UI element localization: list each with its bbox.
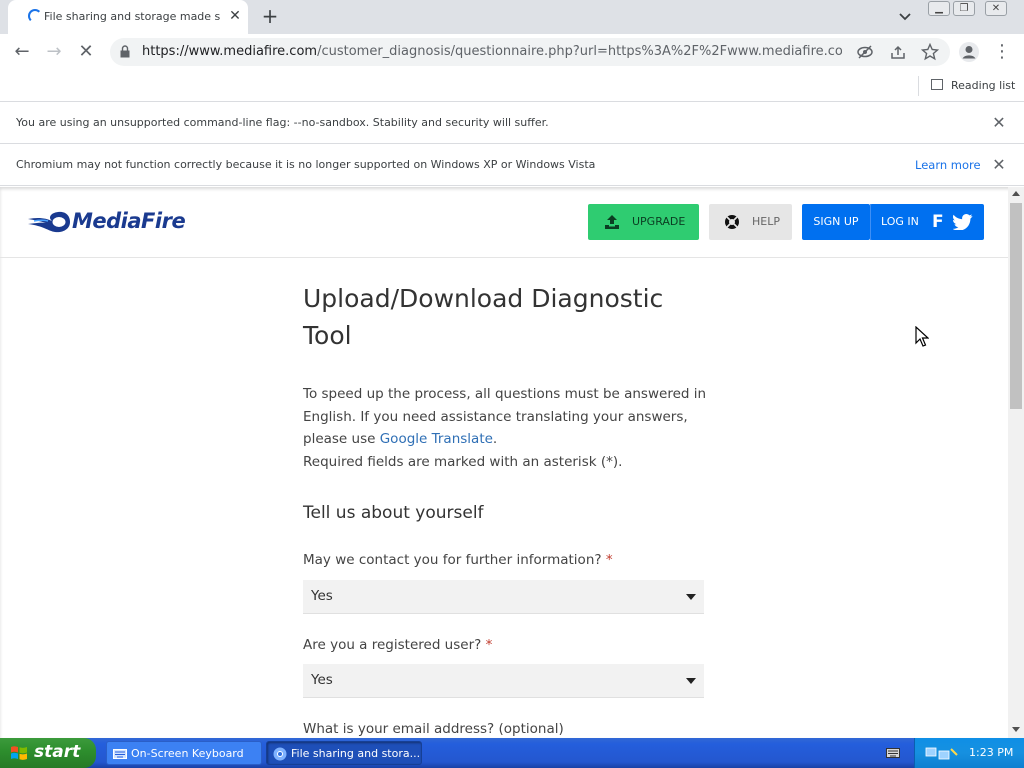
system-tray: 1:23 PM xyxy=(914,738,1024,768)
intro-period: . xyxy=(492,431,498,447)
mediafire-logo[interactable]: MediaFire xyxy=(26,207,206,237)
required-asterisk: * xyxy=(485,637,493,653)
lock-icon xyxy=(120,45,130,58)
chromium-icon xyxy=(273,747,287,761)
browser-tab[interactable]: File sharing and storage made simple ✕ xyxy=(8,0,248,34)
dropdown-caret-icon xyxy=(686,678,696,684)
url-host: https://www.mediafire.com xyxy=(142,44,318,59)
learn-more-link[interactable]: Learn more xyxy=(915,158,981,172)
scroll-up-arrow-icon[interactable] xyxy=(1012,191,1020,196)
scrollbar-thumb[interactable] xyxy=(1010,203,1022,409)
help-label: HELP xyxy=(752,215,780,228)
sign-up-button[interactable]: SIGN UP xyxy=(802,204,870,240)
select-value: Yes xyxy=(311,588,333,604)
url-path: /customer_diagnosis/questionnaire.php?ur… xyxy=(317,44,842,59)
log-in-label: LOG IN xyxy=(881,215,919,228)
tray-keyboard-icon[interactable] xyxy=(886,747,900,759)
taskbar-clock: 1:23 PM xyxy=(969,746,1014,759)
upload-icon xyxy=(605,215,619,229)
task-label: File sharing and stora... xyxy=(291,747,421,760)
reading-list-label: Reading list xyxy=(951,79,1016,92)
menu-kebab-icon[interactable]: ⋮ xyxy=(990,40,1014,64)
contact-permission-select[interactable]: Yes xyxy=(303,580,704,614)
page-scrollbar[interactable] xyxy=(1008,187,1024,738)
question-text: Are you a registered user? xyxy=(303,637,482,653)
page-viewport: MediaFire UPGRADE HELP SIGN UP LOG IN f xyxy=(0,187,1024,738)
start-label: start xyxy=(34,742,81,762)
browser-toolbar: ← → ✕ https://www.mediafire.com/customer… xyxy=(0,34,1024,70)
tab-strip: File sharing and storage made simple ✕ +… xyxy=(0,0,1024,34)
share-icon[interactable] xyxy=(889,44,907,60)
log-in-button[interactable]: LOG IN f xyxy=(870,204,984,240)
tracking-blocked-icon[interactable] xyxy=(856,44,874,60)
reading-list-button[interactable]: Reading list xyxy=(918,76,1015,96)
windows-taskbar: start On-Screen Keyboard File sharing an… xyxy=(0,738,1024,768)
windows-flag-icon xyxy=(11,746,27,760)
question-email-label: What is your email address? (optional) xyxy=(303,721,564,737)
profile-avatar-icon[interactable] xyxy=(958,41,980,63)
sandbox-warning-text: You are using an unsupported command-lin… xyxy=(16,116,549,129)
start-button[interactable]: start xyxy=(0,738,96,768)
facebook-icon[interactable]: f xyxy=(932,204,944,240)
required-asterisk: * xyxy=(605,552,613,568)
restore-button[interactable]: ❐ xyxy=(953,1,975,16)
page-title: Upload/Download Diagnostic Tool xyxy=(303,284,664,350)
close-infobar-icon[interactable]: ✕ xyxy=(990,114,1008,132)
url-text: https://www.mediafire.com/customer_diagn… xyxy=(142,44,842,59)
close-window-button[interactable]: ✕ xyxy=(985,1,1007,16)
back-icon[interactable]: ← xyxy=(10,40,34,64)
header-divider xyxy=(870,204,871,240)
intro-text: To speed up the process, all questions m… xyxy=(303,383,713,473)
intro-sentence: To speed up the process, all questions m… xyxy=(303,386,707,447)
taskbar-item-on-screen-keyboard[interactable]: On-Screen Keyboard xyxy=(106,741,262,765)
registered-user-select[interactable]: Yes xyxy=(303,664,704,698)
google-translate-link[interactable]: Google Translate xyxy=(380,431,493,447)
help-button[interactable]: HELP xyxy=(709,204,792,240)
stop-loading-icon[interactable]: ✕ xyxy=(74,40,98,64)
question-registered-label: Are you a registered user? * xyxy=(303,637,492,653)
new-tab-button[interactable]: + xyxy=(258,5,282,29)
bookmark-star-icon[interactable] xyxy=(921,43,939,61)
address-bar[interactable]: https://www.mediafire.com/customer_diagn… xyxy=(110,38,950,66)
upgrade-label: UPGRADE xyxy=(632,215,686,228)
site-header: MediaFire UPGRADE HELP SIGN UP LOG IN f xyxy=(0,187,1008,258)
reading-list-icon xyxy=(931,79,943,90)
required-fields-note: Required fields are marked with an aster… xyxy=(303,453,623,470)
sandbox-warning-infobar: You are using an unsupported command-lin… xyxy=(0,102,1024,144)
upgrade-button[interactable]: UPGRADE xyxy=(588,204,699,240)
unsupported-os-text: Chromium may not function correctly beca… xyxy=(16,158,596,171)
select-value: Yes xyxy=(311,672,333,688)
tab-title: File sharing and storage made simple xyxy=(44,10,220,23)
tab-search-icon[interactable] xyxy=(895,8,915,26)
close-infobar-icon[interactable]: ✕ xyxy=(990,156,1008,174)
flame-logo-icon xyxy=(28,211,70,233)
forward-icon[interactable]: → xyxy=(42,40,66,64)
question-text: May we contact you for further informati… xyxy=(303,552,602,568)
section-title: Tell us about yourself xyxy=(303,503,484,523)
logo-text: MediaFire xyxy=(72,209,186,233)
minimize-button[interactable]: ▁ xyxy=(928,1,950,16)
taskbar-item-chromium[interactable]: File sharing and stora... xyxy=(266,741,422,765)
scroll-down-arrow-icon[interactable] xyxy=(1012,727,1020,732)
keyboard-icon xyxy=(113,749,127,759)
dropdown-caret-icon xyxy=(686,594,696,600)
bookmarks-bar: Reading list xyxy=(0,70,1024,102)
network-icon[interactable] xyxy=(925,745,959,761)
task-label: On-Screen Keyboard xyxy=(131,747,244,760)
question-contact-label: May we contact you for further informati… xyxy=(303,552,613,568)
unsupported-os-infobar: Chromium may not function correctly beca… xyxy=(0,144,1024,186)
loading-spinner-icon xyxy=(28,9,42,23)
close-tab-icon[interactable]: ✕ xyxy=(226,7,244,25)
mouse-cursor-icon xyxy=(915,326,929,347)
lifebuoy-icon xyxy=(725,215,739,229)
twitter-icon[interactable] xyxy=(953,214,973,230)
